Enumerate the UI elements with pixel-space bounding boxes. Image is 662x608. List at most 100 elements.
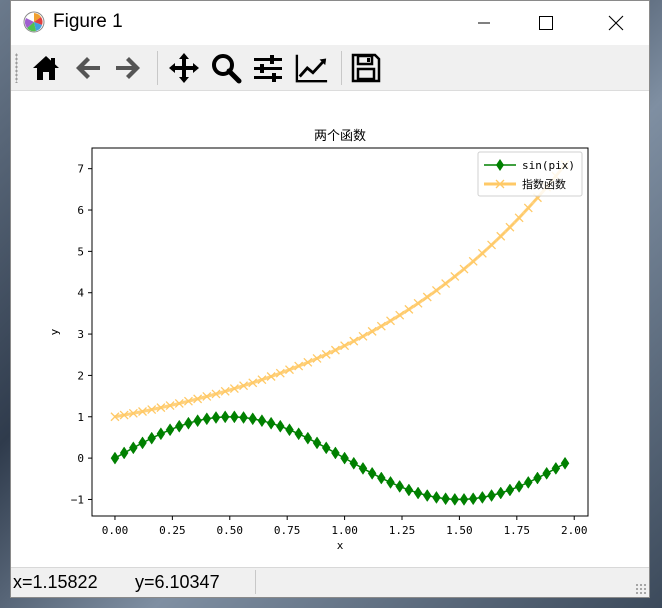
data-point — [404, 483, 414, 497]
line-chart-icon — [295, 54, 328, 83]
data-point — [505, 222, 515, 232]
y-tick-label: 3 — [77, 328, 84, 341]
x-tick-label: 1.00 — [331, 524, 358, 537]
data-point — [193, 414, 202, 428]
data-point — [523, 475, 533, 489]
x-tick-label: 0.25 — [159, 524, 186, 537]
series-1 — [110, 160, 570, 422]
data-point — [331, 446, 340, 460]
legend-label: 指数函数 — [522, 177, 566, 191]
data-point — [441, 279, 451, 289]
data-point — [266, 416, 276, 430]
title-bar[interactable]: Figure 1 — [11, 1, 649, 45]
x-tick-label: 2.00 — [561, 524, 588, 537]
data-point — [487, 489, 496, 502]
close-button[interactable] — [593, 1, 639, 45]
configure-subplots-button[interactable] — [251, 51, 285, 85]
series-line — [114, 416, 566, 501]
status-separator — [255, 570, 256, 594]
y-tick-label: −1 — [71, 493, 84, 506]
figure-canvas[interactable]: 两个函数 0.00 0.25 0.50 0.75 1.00 1.25 1.50 1.75 2.00… — [11, 91, 649, 567]
data-point — [459, 492, 469, 506]
data-point — [523, 203, 533, 213]
back-button[interactable] — [71, 51, 105, 85]
x-axis-label: x — [337, 539, 344, 552]
data-point — [551, 461, 561, 475]
data-point — [413, 486, 423, 500]
data-point — [285, 423, 294, 437]
data-point — [165, 423, 175, 437]
data-point — [312, 436, 322, 450]
chart[interactable]: 两个函数 0.00 0.25 0.50 0.75 1.00 1.25 1.50 1.75 2.00… — [11, 91, 649, 567]
series-0 — [110, 410, 570, 506]
minimize-button[interactable] — [461, 1, 507, 45]
legend: sin(pix) 指数函数 — [477, 151, 583, 197]
close-icon — [608, 15, 624, 31]
figure-window: Figure 1 两个函数 0.00 0.25 0.50 0.75 1.00 1… — [10, 0, 650, 598]
data-point — [377, 471, 386, 485]
cursor-x-readout: x=1.15822 — [13, 572, 98, 592]
data-point — [202, 412, 212, 426]
maximize-button[interactable] — [523, 1, 569, 45]
toolbar-separator — [341, 51, 342, 85]
data-point — [413, 298, 423, 308]
data-point — [129, 441, 138, 455]
data-point — [432, 490, 441, 504]
data-point — [487, 240, 497, 250]
data-point — [450, 272, 460, 281]
resize-grip[interactable] — [635, 583, 647, 595]
sliders-icon — [254, 55, 282, 82]
toolbar-separator — [157, 51, 158, 85]
data-point — [542, 466, 551, 480]
data-point — [174, 419, 184, 433]
x-tick-label: 0.50 — [217, 524, 244, 537]
floppy-disk-icon — [351, 53, 381, 83]
y-tick-label: 1 — [77, 411, 84, 424]
y-tick-label: 7 — [77, 163, 84, 176]
x-tick-label: 0.00 — [102, 524, 129, 537]
data-point — [533, 471, 542, 485]
arrow-right-icon — [116, 57, 140, 79]
arrow-left-icon — [76, 57, 100, 79]
data-point — [514, 479, 524, 493]
data-point — [257, 414, 267, 428]
data-point — [422, 292, 432, 302]
forward-button[interactable] — [111, 51, 145, 85]
matplotlib-logo-icon — [23, 11, 45, 33]
y-axis-label: y — [48, 328, 61, 335]
y-tick-label: 0 — [77, 452, 84, 465]
data-point — [156, 427, 166, 441]
plot-area — [91, 147, 589, 517]
y-tick-label: 2 — [77, 369, 84, 382]
data-point — [239, 411, 248, 424]
y-tick-label: 4 — [77, 287, 84, 300]
maximize-icon — [539, 16, 553, 30]
data-point — [477, 248, 487, 258]
data-point — [110, 451, 120, 465]
cursor-y-readout: y=6.10347 — [135, 572, 220, 592]
data-point — [119, 446, 129, 460]
save-button[interactable] — [349, 51, 383, 85]
home-icon — [33, 56, 59, 80]
chart-title: 两个函数 — [314, 129, 366, 144]
home-button[interactable] — [29, 51, 63, 85]
pan-button[interactable] — [167, 51, 201, 85]
data-point — [386, 475, 395, 489]
zoom-button[interactable] — [209, 51, 243, 85]
data-point — [395, 479, 405, 493]
status-bar: x=1.15822 y=6.10347 — [11, 567, 649, 597]
navigation-toolbar — [11, 45, 649, 91]
toolbar-grip[interactable] — [15, 53, 18, 83]
data-point — [431, 285, 441, 295]
data-point — [349, 456, 359, 470]
minimize-icon — [478, 22, 490, 24]
legend-label: sin(pix) — [522, 159, 575, 172]
data-point — [275, 419, 285, 433]
window-title: Figure 1 — [53, 11, 123, 32]
data-point — [248, 412, 258, 426]
data-point — [230, 410, 239, 424]
data-point — [220, 410, 230, 424]
data-point — [560, 456, 570, 470]
edit-axes-button[interactable] — [295, 51, 329, 85]
data-point — [358, 461, 368, 475]
